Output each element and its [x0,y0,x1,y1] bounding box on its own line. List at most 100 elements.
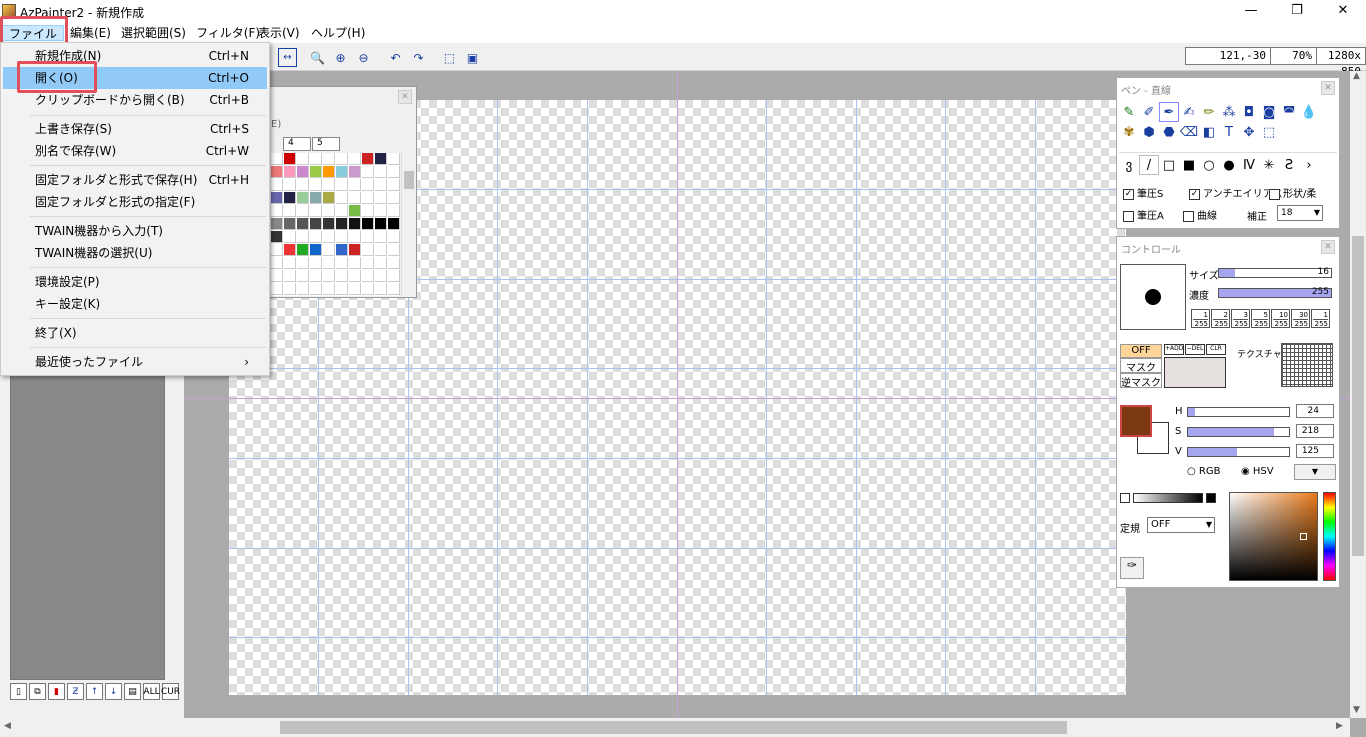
palette-swatch[interactable] [284,231,296,243]
palette-swatch[interactable] [323,166,335,178]
color-sv-picker[interactable] [1229,492,1318,581]
reverse-mask-button[interactable]: 逆マスク [1120,373,1162,389]
radial-shape-icon[interactable]: ✳ [1259,155,1279,175]
menu-item-fixed-settings[interactable]: 固定フォルダと形式の指定(F) [3,191,267,213]
palette-swatch[interactable] [362,244,374,256]
selection-clear-icon[interactable]: ⬚ [440,48,459,67]
palette-swatch[interactable] [310,153,322,165]
palette-swatch[interactable] [375,244,387,256]
white-swatch[interactable] [1120,493,1130,503]
spray-tool-icon[interactable]: ⁂ [1219,102,1239,122]
palette-swatch[interactable] [271,179,283,191]
palette-swatch[interactable] [349,270,361,282]
palette-swatch[interactable] [362,153,374,165]
marker-tool-icon[interactable]: ✏ [1199,102,1219,122]
palette-swatch[interactable] [284,270,296,282]
freehand-shape-icon[interactable]: ვ [1119,155,1139,175]
palette-swatch[interactable] [349,179,361,191]
palette-swatch[interactable] [336,166,348,178]
drop-tool-icon[interactable]: 💧 [1299,102,1319,122]
palette-swatch[interactable] [336,283,348,295]
layer-cur-button[interactable]: CUR [161,683,180,700]
palette-swatch[interactable] [297,166,309,178]
palette-swatch[interactable] [323,231,335,243]
palette-swatch[interactable] [271,166,283,178]
option-pressure-s[interactable]: ✓ 筆圧S [1123,185,1163,200]
palette-swatch[interactable] [271,218,283,230]
stamp-tool-icon[interactable]: ◘ [1239,102,1259,122]
menu-item-fixed-save[interactable]: 固定フォルダと形式で保存(H) Ctrl+H [3,169,267,191]
menu-help[interactable]: ヘルプ(H) [311,25,365,41]
palette-swatch[interactable] [375,153,387,165]
control-panel-close-icon[interactable]: ✕ [1321,240,1335,254]
palette-swatch[interactable] [310,257,322,269]
palette-swatch[interactable] [297,270,309,282]
palette-swatch[interactable] [375,179,387,191]
option-shape[interactable]: 形状/柔 [1269,185,1316,200]
mask-off-button[interactable]: OFF [1120,344,1162,358]
merge-layer-icon[interactable]: Ƶ [67,683,84,700]
palette-swatch[interactable] [271,153,283,165]
eyedropper-icon[interactable]: ✑ [1120,557,1144,579]
close-button[interactable]: ✕ [1320,0,1366,23]
palette-swatch[interactable] [388,244,400,256]
palette-swatch[interactable] [323,244,335,256]
zoom-in-icon[interactable]: ⊕ [331,48,350,67]
palette-tab-4[interactable]: 4 [283,137,311,151]
palette-swatch[interactable] [388,192,400,204]
palette-swatch[interactable] [323,153,335,165]
pen-panel-close-icon[interactable]: ✕ [1321,81,1335,95]
layer-up-icon[interactable]: ↑ [86,683,103,700]
select-tool-icon[interactable]: ⬚ [1259,122,1279,142]
blur-tool-icon[interactable]: ✾ [1119,122,1139,142]
palette-swatch[interactable] [336,257,348,269]
palette-swatch[interactable] [323,270,335,282]
rgb-radio[interactable]: ○ RGB [1187,466,1220,477]
palette-swatch[interactable] [271,257,283,269]
brush-preset-button[interactable]: 30 255 [1291,309,1310,328]
palette-swatch[interactable] [375,218,387,230]
polyline-shape-icon[interactable]: Ⅳ [1239,155,1259,175]
palette-swatch[interactable] [310,270,322,282]
palette-swatch[interactable] [284,283,296,295]
gray-gradient-bar[interactable] [1133,493,1203,503]
stamp3-tool-icon[interactable]: ◚ [1279,102,1299,122]
palette-swatch[interactable] [336,244,348,256]
palette-swatch[interactable] [388,257,400,269]
option-pressure-a[interactable]: 筆圧A [1123,207,1164,222]
palette-swatch[interactable] [310,179,322,191]
layer-all-button[interactable]: ALL [143,683,160,700]
gradient-tool-icon[interactable]: ◧ [1199,122,1219,142]
hue-slider[interactable] [1323,492,1336,581]
palette-swatch[interactable] [349,166,361,178]
palette-swatch[interactable] [388,179,400,191]
palette-swatch[interactable] [349,205,361,217]
menu-edit[interactable]: 編集(E) [70,25,111,41]
brush-preset-button[interactable]: 10 255 [1271,309,1290,328]
palette-swatch[interactable] [388,231,400,243]
palette-swatch[interactable] [284,205,296,217]
menu-item-key-settings[interactable]: キー設定(K) [3,293,267,315]
palette-swatch[interactable] [271,283,283,295]
palette-swatch[interactable] [349,244,361,256]
palette-swatch[interactable] [323,257,335,269]
menu-item-recent-files[interactable]: 最近使ったファイル › [3,351,267,373]
palette-swatch[interactable] [375,166,387,178]
foreground-color-swatch[interactable] [1120,405,1152,437]
fit-width-icon[interactable]: ↔ [278,48,297,67]
palette-swatch[interactable] [375,231,387,243]
maximize-button[interactable]: ❐ [1274,0,1320,23]
menu-selection[interactable]: 選択範囲(S) [121,25,186,41]
pen-tool-icon[interactable]: ✎ [1119,102,1139,122]
brush-tool-icon[interactable]: ✍ [1179,102,1199,122]
arrow-shape-icon[interactable]: › [1299,155,1319,175]
palette-tab-5[interactable]: 5 [312,137,340,151]
line-shape-icon[interactable]: / [1139,155,1159,175]
palette-swatch[interactable] [388,270,400,282]
palette-swatch[interactable] [284,153,296,165]
palette-swatch[interactable] [375,257,387,269]
brush-preset-button[interactable]: 1 255 [1191,309,1210,328]
palette-swatch[interactable] [310,166,322,178]
palette-swatch[interactable] [271,270,283,282]
eraser-tool-icon[interactable]: ⌫ [1179,122,1199,142]
